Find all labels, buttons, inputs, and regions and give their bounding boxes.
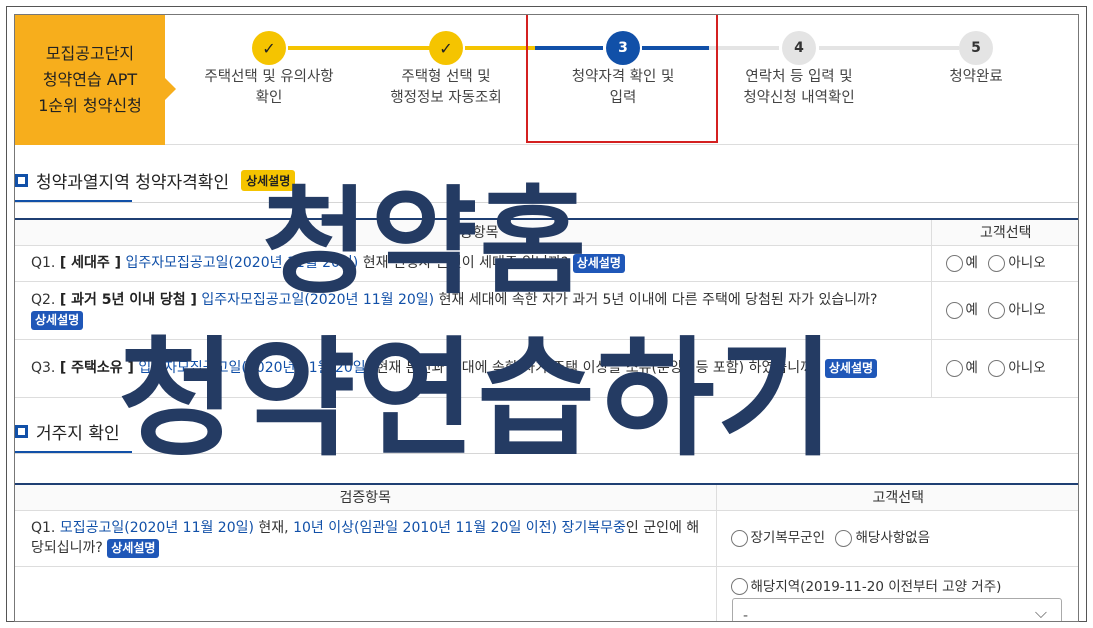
q1-no-radio[interactable] — [988, 254, 1006, 272]
region-label: 해당지역(2019-11-20 이전부터 고양 거주) — [750, 578, 1002, 595]
q-text: 현재 신청자 본인이 세대주 입니까? — [358, 255, 569, 271]
q-tag: [ 과거 5년 이내 당첨 ] — [59, 292, 197, 308]
region-select[interactable]: - ⌵ — [732, 598, 1062, 622]
chevron-down-icon: ⌵ — [1034, 603, 1047, 622]
table-row: Q2. [ 과거 5년 이내 당첨 ] 입주자모집공고일(2020년 11월 2… — [15, 281, 1078, 340]
table-row: Q1. 모집공고일(2020년 11월 20일) 현재, 10년 이상(임관일 … — [15, 510, 1078, 567]
q-tag: [ 세대주 ] — [59, 255, 122, 271]
q-text: 현재 본인과 세대에 속한 자가 주택 이상을 소유(분양권등 포함) 하였습니… — [371, 360, 821, 376]
step-line-3-4b — [709, 46, 779, 50]
q-number: Q3. — [31, 360, 56, 376]
q-number: Q1. — [31, 255, 56, 271]
region-select-value: - — [743, 608, 749, 622]
no-label: 아니오 — [1008, 360, 1046, 376]
step-2-check-icon: ✓ — [429, 31, 463, 65]
q3-yes-radio[interactable] — [945, 359, 963, 377]
q-date-link: 입주자모집공고일(2020년 11월 20일) — [138, 360, 372, 376]
none-radio[interactable] — [835, 529, 853, 547]
military-radio[interactable] — [730, 529, 748, 547]
none-label: 해당사항없음 — [855, 530, 931, 546]
yes-label: 예 — [965, 255, 978, 271]
step-line-1-2 — [288, 46, 441, 50]
current-step-highlight — [526, 15, 718, 143]
q1-yes-radio[interactable] — [945, 254, 963, 272]
application-panel: 모집공고단지 청약연습 APT 1순위 청약신청 ✓ 주택선택 및 유의사항확인… — [14, 14, 1079, 622]
section-1-divider — [15, 202, 1078, 203]
qualification-table: 검증항목 고객선택 Q1. [ 세대주 ] 입주자모집공고일(2020년 11월… — [15, 218, 1078, 398]
col-header-item: 검증항목 — [15, 483, 716, 511]
q-date-link: 입주자모집공고일(2020년 11월 20일) — [201, 292, 435, 308]
badge-line-1: 모집공고단지 — [45, 44, 135, 63]
yes-label: 예 — [965, 360, 978, 376]
section-2-divider — [15, 453, 1078, 454]
badge-line-2: 청약연습 APT — [42, 70, 138, 89]
no-label: 아니오 — [1008, 255, 1046, 271]
section-1-title: 청약과열지역 청약자격확인 — [36, 172, 230, 193]
table-row: Q1. [ 세대주 ] 입주자모집공고일(2020년 11월 20일) 현재 신… — [15, 245, 1078, 282]
section-square-icon — [15, 173, 28, 187]
q2-detail-button[interactable]: 상세설명 — [31, 310, 84, 330]
q-date-link: 모집공고일(2020년 11월 20일) — [59, 520, 254, 536]
q3-detail-button[interactable]: 상세설명 — [824, 358, 878, 378]
step-1-label-2: 확인 — [255, 90, 283, 106]
q2-yes-radio[interactable] — [945, 301, 963, 319]
section-square-icon — [15, 424, 28, 438]
col-header-choice: 고객선택 — [715, 483, 1078, 511]
q-text: 현재, — [253, 520, 294, 536]
q1-detail-button[interactable]: 상세설명 — [572, 253, 625, 273]
q-date-link: 입주자모집공고일(2020년 11월 20일) — [125, 255, 359, 271]
q-text: 현재 세대에 속한 자가 과거 5년 이내에 다른 주택에 당첨된 자가 있습니… — [434, 292, 878, 308]
step-4-number: 4 — [782, 31, 816, 65]
section-title-residence: 거주지 확인 — [15, 416, 120, 446]
step-4-label-2: 청약신청 내역확인 — [743, 90, 855, 106]
q3-no-radio[interactable] — [988, 359, 1006, 377]
q-number: Q2. — [31, 292, 56, 308]
step-1-check-icon: ✓ — [252, 31, 286, 65]
section-title-qualification: 청약과열지역 청약자격확인 상세설명 — [15, 165, 296, 195]
step-5-number: 5 — [959, 31, 993, 65]
complex-badge: 모집공고단지 청약연습 APT 1순위 청약신청 — [15, 15, 165, 145]
no-label: 아니오 — [1008, 302, 1046, 318]
q-period-link: 10년 이상(임관일 2010년 11월 20일 이전) — [293, 520, 558, 536]
step-line-4-5 — [819, 46, 959, 50]
region-radio[interactable] — [730, 578, 748, 595]
step-1-label: 주택선택 및 유의사항 — [204, 69, 334, 85]
section-2-title: 거주지 확인 — [36, 423, 120, 444]
section-1-detail-button[interactable]: 상세설명 — [241, 169, 296, 191]
step-2-label: 주택형 선택 및 — [401, 69, 491, 85]
yes-label: 예 — [965, 302, 978, 318]
step-2-label-2: 행정정보 자동조회 — [390, 90, 502, 106]
res-q1-detail-button[interactable]: 상세설명 — [107, 538, 160, 558]
q-military-link: 장기복무중 — [561, 520, 626, 536]
badge-line-3: 1순위 청약신청 — [38, 96, 142, 115]
step-4-label: 연락처 등 입력 및 — [745, 69, 853, 85]
q-tag: [ 주택소유 ] — [59, 360, 134, 376]
step-5-label: 청약완료 — [949, 69, 1003, 85]
q-number: Q1. — [31, 520, 56, 536]
q2-no-radio[interactable] — [988, 301, 1006, 319]
table-row: Q3. [ 주택소유 ] 입주자모집공고일(2020년 11월 20일) 현재 … — [15, 339, 1078, 398]
col-header-choice: 고객선택 — [930, 218, 1078, 246]
military-label: 장기복무군인 — [750, 530, 826, 546]
col-header-item: 검증항목 — [15, 218, 931, 246]
step-header: 모집공고단지 청약연습 APT 1순위 청약신청 ✓ 주택선택 및 유의사항확인… — [15, 15, 1078, 145]
